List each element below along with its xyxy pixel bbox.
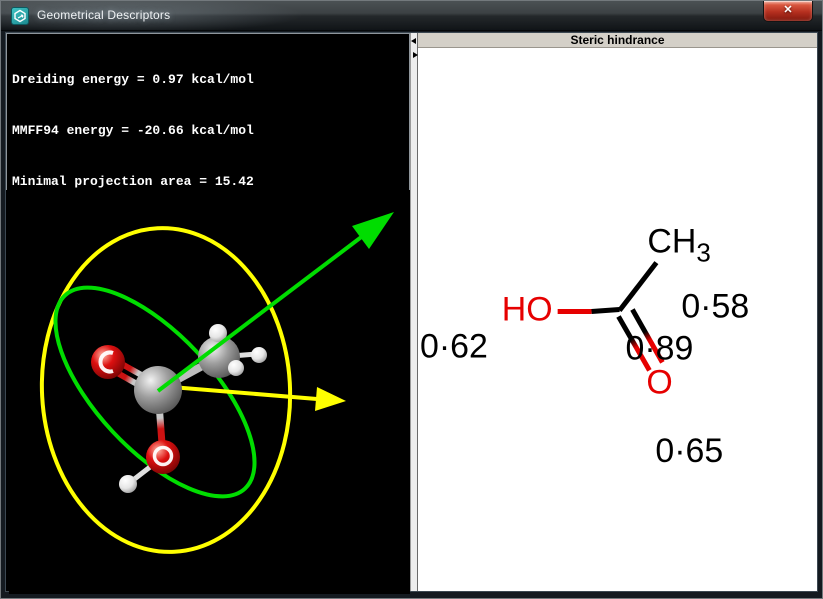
carbonyl-oxygen-label: O xyxy=(646,363,672,401)
descriptor-text-panel: Dreiding energy = 0.97 kcal/mol MMFF94 e… xyxy=(6,33,410,190)
hydroxyl-oxygen-atom xyxy=(146,440,180,474)
collapse-right-icon[interactable] xyxy=(413,52,418,58)
descriptor-line: Dreiding energy = 0.97 kcal/mol xyxy=(12,71,409,88)
panel-header: Steric hindrance xyxy=(418,33,817,48)
atom-spheres xyxy=(91,324,267,493)
methyl-label: CH3 xyxy=(647,223,710,268)
steric-value-ho: 0·62 xyxy=(420,327,488,365)
window-content: Dreiding energy = 0.97 kcal/mol MMFF94 e… xyxy=(5,32,818,592)
hydrogen-atom xyxy=(228,360,244,376)
hydrogen-atom xyxy=(251,347,267,363)
hydrogen-atom xyxy=(119,475,137,493)
yellow-axis-arrow xyxy=(159,386,346,411)
split-pane-divider[interactable] xyxy=(410,33,417,591)
close-button[interactable]: ✕ xyxy=(763,1,813,22)
descriptor-line: MMFF94 energy = -20.66 kcal/mol xyxy=(12,122,409,139)
molecule-2d-view[interactable]: HO CH3 O 0·58 0·62 0·89 0·65 xyxy=(418,48,817,591)
steric-value-ch3: 0·58 xyxy=(681,288,749,326)
left-panel: Dreiding energy = 0.97 kcal/mol MMFF94 e… xyxy=(6,33,410,591)
steric-value-oxygen: 0·65 xyxy=(655,432,723,470)
descriptor-line: Minimal projection area = 15.42 xyxy=(12,173,409,190)
app-icon xyxy=(11,7,29,25)
carbonyl-oxygen-atom xyxy=(91,345,125,379)
green-axis-arrow xyxy=(158,212,394,391)
geometrical-descriptors-window: Geometrical Descriptors ✕ Dreiding energ… xyxy=(0,0,823,599)
window-title: Geometrical Descriptors xyxy=(37,8,170,22)
hydroxyl-label: HO xyxy=(502,290,553,328)
collapse-left-icon[interactable] xyxy=(411,38,416,44)
hexagon-molecule-icon xyxy=(13,9,27,23)
steric-value-carbonyl: 0·89 xyxy=(625,329,693,367)
steric-hindrance-panel: Steric hindrance xyxy=(417,33,817,591)
title-bar[interactable]: Geometrical Descriptors ✕ xyxy=(1,1,822,31)
molecule-3d-viewer[interactable] xyxy=(9,190,410,594)
